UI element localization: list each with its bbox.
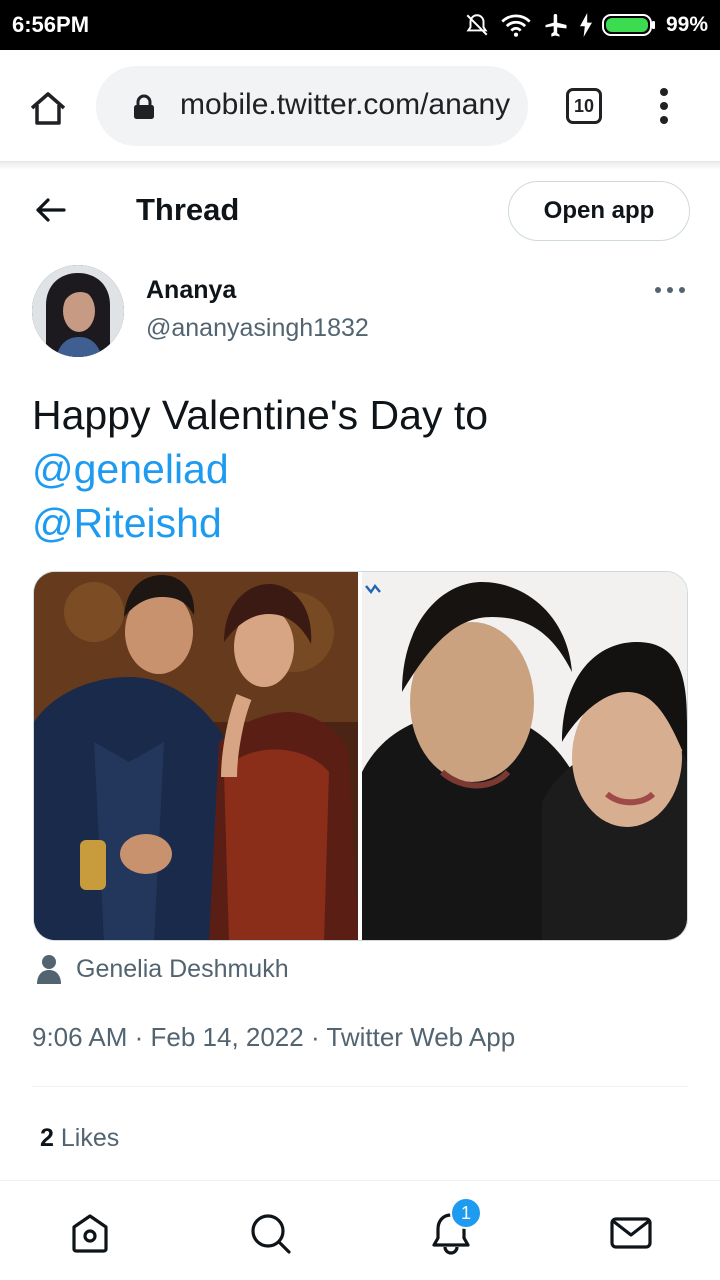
battery-percent: 99%	[665, 13, 708, 36]
author-handle[interactable]: @ananyasingh1832	[146, 314, 369, 343]
status-bar: 6:56PM 99%	[0, 0, 720, 50]
bottom-navigation	[0, 1181, 720, 1280]
mention-link[interactable]: @Riteishd	[32, 496, 692, 550]
tab-switcher-button[interactable]: 10	[566, 88, 602, 124]
page-title: Thread	[136, 192, 240, 227]
mention-link[interactable]: @geneliad	[32, 442, 692, 496]
likes-label: Likes	[60, 1124, 120, 1152]
home-icon[interactable]	[68, 1211, 112, 1255]
battery-icon	[601, 14, 655, 36]
tweet-media[interactable]	[33, 571, 688, 941]
tweet-text: Happy Valentine's Day to @geneliad @Rite…	[32, 388, 692, 550]
tweet-body: Happy Valentine's Day to	[32, 392, 489, 438]
toolbar-shadow	[0, 162, 720, 170]
avatar[interactable]	[32, 265, 124, 357]
divider	[32, 1086, 688, 1087]
wifi-icon	[501, 14, 531, 37]
lock-icon	[134, 94, 154, 119]
notifications-badge: 1	[450, 1197, 482, 1229]
charging-icon	[579, 13, 592, 37]
tweet-timestamp[interactable]: 9:06 AM · Feb 14, 2022 · Twitter Web App	[32, 1022, 515, 1053]
open-app-button[interactable]: Open app	[508, 181, 690, 241]
author-name[interactable]: Ananya	[146, 276, 236, 305]
tagged-user-link[interactable]: Genelia Deshmukh	[76, 955, 289, 984]
more-vert-icon[interactable]	[654, 86, 674, 126]
likes-count[interactable]: 2 Likes	[40, 1124, 119, 1153]
likes-number: 2	[40, 1124, 54, 1152]
home-icon[interactable]	[26, 86, 70, 130]
url-text: mobile.twitter.com/ananyasingh1832	[180, 88, 510, 121]
person-icon	[37, 955, 61, 984]
address-bar[interactable]: mobile.twitter.com/ananyasingh1832	[96, 66, 528, 146]
status-time: 6:56PM	[12, 12, 90, 37]
messages-icon[interactable]	[609, 1211, 653, 1255]
status-icons: 99%	[464, 10, 708, 40]
back-arrow-icon[interactable]	[32, 192, 68, 228]
browser-toolbar: mobile.twitter.com/ananyasingh1832 10	[0, 50, 720, 162]
search-icon[interactable]	[248, 1211, 292, 1255]
media-photo[interactable]	[34, 572, 358, 940]
media-photo[interactable]	[362, 572, 687, 940]
bell-off-icon	[466, 14, 488, 36]
more-horizontal-icon[interactable]	[652, 278, 688, 302]
airplane-icon	[545, 13, 567, 37]
